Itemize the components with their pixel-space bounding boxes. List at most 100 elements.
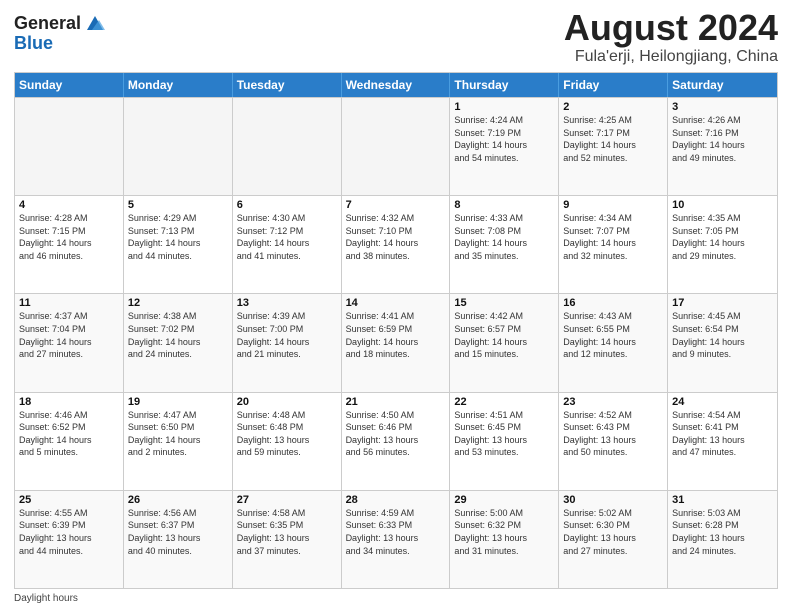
day-number: 5: [128, 199, 228, 211]
calendar: SundayMondayTuesdayWednesdayThursdayFrid…: [14, 72, 778, 589]
calendar-cell: [233, 98, 342, 195]
calendar-cell: 14Sunrise: 4:41 AM Sunset: 6:59 PM Dayli…: [342, 294, 451, 391]
calendar-row-1: 4Sunrise: 4:28 AM Sunset: 7:15 PM Daylig…: [15, 195, 777, 293]
calendar-cell: 10Sunrise: 4:35 AM Sunset: 7:05 PM Dayli…: [668, 196, 777, 293]
calendar-cell: 26Sunrise: 4:56 AM Sunset: 6:37 PM Dayli…: [124, 491, 233, 588]
cell-text: Sunrise: 5:03 AM Sunset: 6:28 PM Dayligh…: [672, 507, 773, 557]
calendar-cell: 11Sunrise: 4:37 AM Sunset: 7:04 PM Dayli…: [15, 294, 124, 391]
cell-text: Sunrise: 4:59 AM Sunset: 6:33 PM Dayligh…: [346, 507, 446, 557]
cell-text: Sunrise: 4:50 AM Sunset: 6:46 PM Dayligh…: [346, 409, 446, 459]
header-cell-thursday: Thursday: [450, 73, 559, 97]
calendar-cell: 13Sunrise: 4:39 AM Sunset: 7:00 PM Dayli…: [233, 294, 342, 391]
calendar-cell: 21Sunrise: 4:50 AM Sunset: 6:46 PM Dayli…: [342, 393, 451, 490]
calendar-cell: 12Sunrise: 4:38 AM Sunset: 7:02 PM Dayli…: [124, 294, 233, 391]
bottom-note: Daylight hours: [14, 593, 778, 604]
day-number: 11: [19, 297, 119, 309]
logo-text-blue: Blue: [14, 33, 53, 53]
cell-text: Sunrise: 4:55 AM Sunset: 6:39 PM Dayligh…: [19, 507, 119, 557]
cell-text: Sunrise: 4:46 AM Sunset: 6:52 PM Dayligh…: [19, 409, 119, 459]
cell-text: Sunrise: 4:41 AM Sunset: 6:59 PM Dayligh…: [346, 310, 446, 360]
day-number: 1: [454, 101, 554, 113]
day-number: 8: [454, 199, 554, 211]
calendar-cell: 24Sunrise: 4:54 AM Sunset: 6:41 PM Dayli…: [668, 393, 777, 490]
cell-text: Sunrise: 4:42 AM Sunset: 6:57 PM Dayligh…: [454, 310, 554, 360]
header-cell-wednesday: Wednesday: [342, 73, 451, 97]
day-number: 10: [672, 199, 773, 211]
day-number: 22: [454, 396, 554, 408]
cell-text: Sunrise: 4:32 AM Sunset: 7:10 PM Dayligh…: [346, 212, 446, 262]
calendar-cell: 27Sunrise: 4:58 AM Sunset: 6:35 PM Dayli…: [233, 491, 342, 588]
calendar-cell: 8Sunrise: 4:33 AM Sunset: 7:08 PM Daylig…: [450, 196, 559, 293]
calendar-row-2: 11Sunrise: 4:37 AM Sunset: 7:04 PM Dayli…: [15, 293, 777, 391]
day-number: 13: [237, 297, 337, 309]
cell-text: Sunrise: 4:54 AM Sunset: 6:41 PM Dayligh…: [672, 409, 773, 459]
day-number: 23: [563, 396, 663, 408]
header-cell-monday: Monday: [124, 73, 233, 97]
day-number: 28: [346, 494, 446, 506]
day-number: 6: [237, 199, 337, 211]
day-number: 14: [346, 297, 446, 309]
calendar-cell: 1Sunrise: 4:24 AM Sunset: 7:19 PM Daylig…: [450, 98, 559, 195]
calendar-cell: 29Sunrise: 5:00 AM Sunset: 6:32 PM Dayli…: [450, 491, 559, 588]
logo-text-general: General: [14, 14, 81, 34]
day-number: 4: [19, 199, 119, 211]
day-number: 26: [128, 494, 228, 506]
calendar-cell: 3Sunrise: 4:26 AM Sunset: 7:16 PM Daylig…: [668, 98, 777, 195]
calendar-cell: 6Sunrise: 4:30 AM Sunset: 7:12 PM Daylig…: [233, 196, 342, 293]
calendar-row-0: 1Sunrise: 4:24 AM Sunset: 7:19 PM Daylig…: [15, 97, 777, 195]
title-area: August 2024 Fula'erji, Heilongjiang, Chi…: [564, 10, 778, 66]
calendar-cell: 20Sunrise: 4:48 AM Sunset: 6:48 PM Dayli…: [233, 393, 342, 490]
calendar-row-3: 18Sunrise: 4:46 AM Sunset: 6:52 PM Dayli…: [15, 392, 777, 490]
calendar-cell: [342, 98, 451, 195]
cell-text: Sunrise: 4:24 AM Sunset: 7:19 PM Dayligh…: [454, 114, 554, 164]
calendar-cell: 25Sunrise: 4:55 AM Sunset: 6:39 PM Dayli…: [15, 491, 124, 588]
header-cell-friday: Friday: [559, 73, 668, 97]
calendar-cell: 7Sunrise: 4:32 AM Sunset: 7:10 PM Daylig…: [342, 196, 451, 293]
day-number: 16: [563, 297, 663, 309]
calendar-cell: 23Sunrise: 4:52 AM Sunset: 6:43 PM Dayli…: [559, 393, 668, 490]
top-section: General Blue August 2024 Fula'erji, Heil…: [14, 10, 778, 66]
cell-text: Sunrise: 4:28 AM Sunset: 7:15 PM Dayligh…: [19, 212, 119, 262]
cell-text: Sunrise: 4:33 AM Sunset: 7:08 PM Dayligh…: [454, 212, 554, 262]
calendar-header: SundayMondayTuesdayWednesdayThursdayFrid…: [15, 73, 777, 97]
cell-text: Sunrise: 4:29 AM Sunset: 7:13 PM Dayligh…: [128, 212, 228, 262]
location-title: Fula'erji, Heilongjiang, China: [564, 48, 778, 66]
calendar-cell: 19Sunrise: 4:47 AM Sunset: 6:50 PM Dayli…: [124, 393, 233, 490]
calendar-cell: 15Sunrise: 4:42 AM Sunset: 6:57 PM Dayli…: [450, 294, 559, 391]
cell-text: Sunrise: 4:56 AM Sunset: 6:37 PM Dayligh…: [128, 507, 228, 557]
cell-text: Sunrise: 4:58 AM Sunset: 6:35 PM Dayligh…: [237, 507, 337, 557]
cell-text: Sunrise: 4:25 AM Sunset: 7:17 PM Dayligh…: [563, 114, 663, 164]
cell-text: Sunrise: 4:30 AM Sunset: 7:12 PM Dayligh…: [237, 212, 337, 262]
day-number: 25: [19, 494, 119, 506]
cell-text: Sunrise: 4:34 AM Sunset: 7:07 PM Dayligh…: [563, 212, 663, 262]
cell-text: Sunrise: 4:43 AM Sunset: 6:55 PM Dayligh…: [563, 310, 663, 360]
calendar-cell: 28Sunrise: 4:59 AM Sunset: 6:33 PM Dayli…: [342, 491, 451, 588]
cell-text: Sunrise: 4:37 AM Sunset: 7:04 PM Dayligh…: [19, 310, 119, 360]
day-number: 3: [672, 101, 773, 113]
page: General Blue August 2024 Fula'erji, Heil…: [0, 0, 792, 612]
header-cell-sunday: Sunday: [15, 73, 124, 97]
day-number: 27: [237, 494, 337, 506]
day-number: 31: [672, 494, 773, 506]
header-cell-saturday: Saturday: [668, 73, 777, 97]
calendar-cell: 4Sunrise: 4:28 AM Sunset: 7:15 PM Daylig…: [15, 196, 124, 293]
calendar-cell: 17Sunrise: 4:45 AM Sunset: 6:54 PM Dayli…: [668, 294, 777, 391]
cell-text: Sunrise: 4:38 AM Sunset: 7:02 PM Dayligh…: [128, 310, 228, 360]
day-number: 2: [563, 101, 663, 113]
calendar-cell: 2Sunrise: 4:25 AM Sunset: 7:17 PM Daylig…: [559, 98, 668, 195]
cell-text: Sunrise: 4:35 AM Sunset: 7:05 PM Dayligh…: [672, 212, 773, 262]
cell-text: Sunrise: 4:47 AM Sunset: 6:50 PM Dayligh…: [128, 409, 228, 459]
calendar-cell: 9Sunrise: 4:34 AM Sunset: 7:07 PM Daylig…: [559, 196, 668, 293]
cell-text: Sunrise: 5:02 AM Sunset: 6:30 PM Dayligh…: [563, 507, 663, 557]
logo: General Blue: [14, 14, 105, 54]
cell-text: Sunrise: 4:48 AM Sunset: 6:48 PM Dayligh…: [237, 409, 337, 459]
day-number: 21: [346, 396, 446, 408]
cell-text: Sunrise: 4:52 AM Sunset: 6:43 PM Dayligh…: [563, 409, 663, 459]
cell-text: Sunrise: 4:51 AM Sunset: 6:45 PM Dayligh…: [454, 409, 554, 459]
cell-text: Sunrise: 4:45 AM Sunset: 6:54 PM Dayligh…: [672, 310, 773, 360]
calendar-body: 1Sunrise: 4:24 AM Sunset: 7:19 PM Daylig…: [15, 97, 777, 588]
calendar-cell: [15, 98, 124, 195]
header-cell-tuesday: Tuesday: [233, 73, 342, 97]
calendar-cell: 31Sunrise: 5:03 AM Sunset: 6:28 PM Dayli…: [668, 491, 777, 588]
day-number: 12: [128, 297, 228, 309]
